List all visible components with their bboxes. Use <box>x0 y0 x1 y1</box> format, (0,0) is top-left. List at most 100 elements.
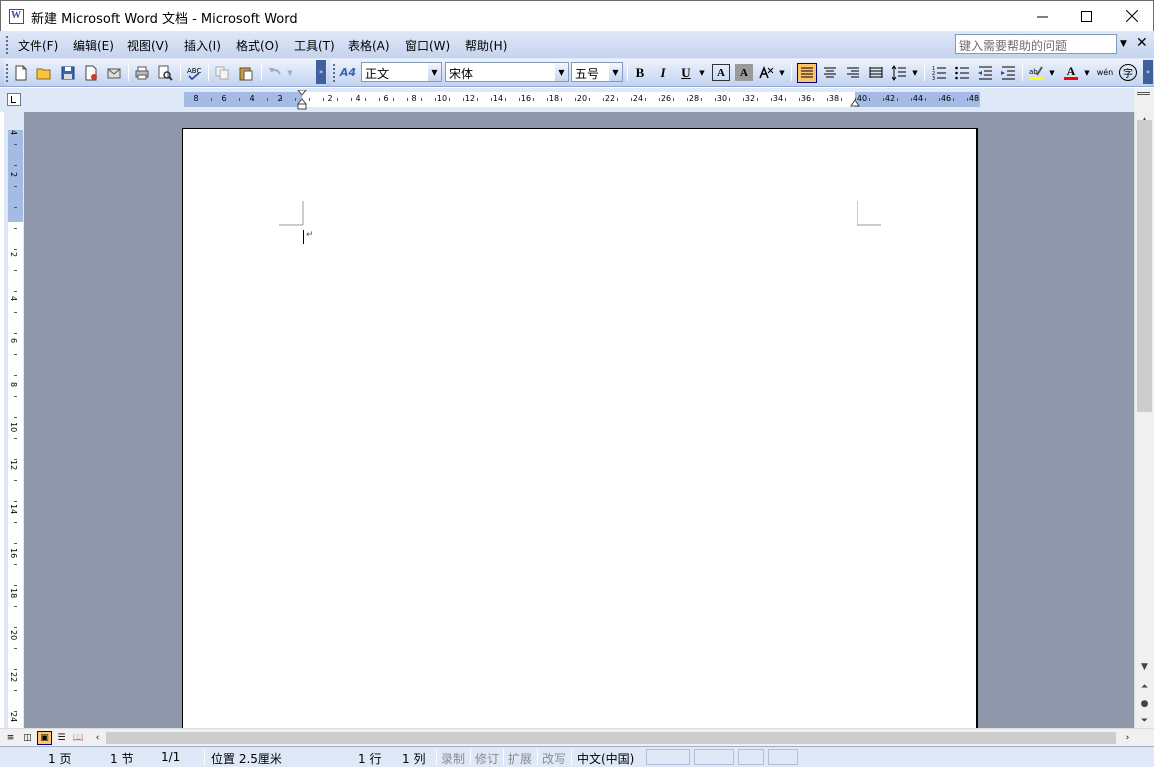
distributed-align-button[interactable] <box>867 64 885 81</box>
menu-tools[interactable]: 工具(T) <box>294 37 335 54</box>
chevron-down-icon[interactable]: ▼ <box>555 63 568 81</box>
line-spacing-dropdown-arrow[interactable]: ▼ <box>910 64 920 81</box>
underline-dropdown-arrow[interactable]: ▼ <box>697 64 707 81</box>
scroll-left-arrow-icon[interactable]: ‹ <box>90 731 105 745</box>
scaling-dropdown-arrow[interactable]: ▼ <box>777 64 787 81</box>
menu-file[interactable]: 文件(F) <box>18 37 58 54</box>
character-border-button[interactable]: A <box>712 64 730 81</box>
email-button[interactable] <box>105 64 123 81</box>
printer-icon <box>135 66 149 79</box>
next-page-icon[interactable]: ⏷ <box>1135 712 1154 729</box>
menubar-grip[interactable] <box>6 36 9 54</box>
maximize-button[interactable] <box>1063 1 1109 31</box>
print-button[interactable] <box>133 64 151 81</box>
decrease-indent-button[interactable] <box>976 64 994 81</box>
character-shading-button[interactable]: A <box>735 64 753 81</box>
word-app-icon[interactable] <box>9 9 24 24</box>
close-button[interactable] <box>1109 1 1154 31</box>
permission-button[interactable] <box>82 64 100 81</box>
formatting-toolbar-grip[interactable] <box>333 64 336 82</box>
web-layout-view-icon[interactable]: ◫ <box>20 731 35 745</box>
numbering-button[interactable]: 123 <box>930 64 948 81</box>
horizontal-ruler[interactable]: 8 6 4 2 2 4 6 8 10 12 14 16 18 20 22 24 26 28 30 32 34 36 38 40… <box>184 90 980 110</box>
help-question-input[interactable]: 键入需要帮助的问题 <box>955 34 1117 54</box>
menu-format[interactable]: 格式(O) <box>236 37 279 54</box>
menu-insert[interactable]: 插入(I) <box>184 37 221 54</box>
close-document-button[interactable]: ✕ <box>1136 35 1148 51</box>
status-track-changes[interactable]: 修订 <box>475 750 499 767</box>
print-layout-view-icon[interactable]: ▣ <box>37 731 52 745</box>
chevron-down-icon[interactable]: ▼ <box>609 63 622 81</box>
character-scaling-button[interactable] <box>757 64 775 81</box>
standard-toolbar-grip[interactable] <box>6 64 9 82</box>
copy-button[interactable] <box>213 64 231 81</box>
increase-indent-button[interactable] <box>999 64 1017 81</box>
outline-view-icon[interactable]: ☰ <box>54 731 69 745</box>
italic-button[interactable]: I <box>654 64 672 81</box>
highlight-dropdown-arrow[interactable]: ▼ <box>1047 64 1057 81</box>
scroll-right-arrow-icon[interactable]: › <box>1120 731 1135 745</box>
indent-marker-icon[interactable] <box>297 90 307 112</box>
toolbar-options-button[interactable]: » <box>316 60 326 84</box>
font-combo[interactable]: 宋体 ▼ <box>445 62 569 82</box>
align-justify-button[interactable] <box>797 63 817 83</box>
status-record[interactable]: 录制 <box>441 750 465 767</box>
bold-button[interactable]: B <box>631 64 649 81</box>
align-right-button[interactable] <box>844 64 862 81</box>
previous-page-icon[interactable]: ⏶ <box>1135 678 1154 695</box>
tab-selector-button[interactable] <box>7 93 21 106</box>
title-bar: 新建 Microsoft Word 文档 - Microsoft Word <box>0 0 1154 31</box>
font-size-combo[interactable]: 五号 ▼ <box>571 62 623 82</box>
undo-dropdown-arrow[interactable]: ▼ <box>285 64 295 81</box>
horizontal-scroll-thumb[interactable] <box>106 732 1116 744</box>
minimize-button[interactable] <box>1019 1 1065 31</box>
new-document-button[interactable] <box>12 64 30 81</box>
status-language[interactable]: 中文(中国) <box>577 750 634 767</box>
bullets-button[interactable] <box>953 64 971 81</box>
menu-edit[interactable]: 编辑(E) <box>73 37 114 54</box>
line-spacing-button[interactable] <box>890 64 908 81</box>
chevron-down-icon[interactable]: ▼ <box>428 63 441 81</box>
vertical-ruler-tick <box>14 543 17 544</box>
ruler-tick <box>939 98 940 101</box>
split-handle[interactable] <box>1134 88 1154 112</box>
paste-button[interactable] <box>237 64 255 81</box>
vertical-scroll-thumb[interactable] <box>1137 120 1152 412</box>
underline-button[interactable]: U <box>677 64 695 81</box>
scroll-down-arrow-icon[interactable]: ▼ <box>1135 658 1154 675</box>
document-page[interactable]: ↵ <box>182 128 978 728</box>
vertical-ruler-tick <box>14 417 17 418</box>
formatting-options-button[interactable]: » <box>1143 60 1153 84</box>
vertical-scrollbar[interactable]: ▲ ▼ ⏶ ● ⏷ <box>1134 112 1154 728</box>
status-overtype[interactable]: 改写 <box>542 750 566 767</box>
font-color-button[interactable]: A <box>1062 64 1080 81</box>
highlight-button[interactable]: ab <box>1027 64 1045 81</box>
menu-table[interactable]: 表格(A) <box>348 37 390 54</box>
open-button[interactable] <box>35 64 53 81</box>
menu-window[interactable]: 窗口(W) <box>405 37 450 54</box>
align-center-button[interactable] <box>821 64 839 81</box>
enclose-characters-button[interactable]: 字 <box>1119 64 1137 81</box>
help-dropdown-arrow[interactable]: ▼ <box>1120 34 1132 54</box>
bulleted-list-icon <box>955 66 969 79</box>
print-preview-button[interactable] <box>156 64 174 81</box>
spelling-button[interactable]: ABC <box>185 64 203 81</box>
normal-view-icon[interactable]: ≡ <box>3 731 18 745</box>
reading-layout-view-icon[interactable]: 📖 <box>71 731 86 745</box>
undo-button[interactable] <box>266 64 284 81</box>
status-extend[interactable]: 扩展 <box>508 750 532 767</box>
style-combo[interactable]: 正文 ▼ <box>361 62 442 82</box>
select-browse-object-icon[interactable]: ● <box>1135 695 1154 712</box>
ruler-number: 34 <box>772 94 784 103</box>
vertical-ruler-tick <box>14 522 17 523</box>
toolbar-separator <box>1022 64 1023 81</box>
phonetic-guide-button[interactable]: wén <box>1096 64 1114 81</box>
ruler-number: 30 <box>716 94 728 103</box>
save-button[interactable] <box>59 64 77 81</box>
menu-view[interactable]: 视图(V) <box>127 37 169 54</box>
vertical-ruler[interactable]: 4 2 2 4 6 8 10 12 14 16 18 20 22 24 <box>4 112 24 730</box>
align-right-icon <box>847 67 859 77</box>
styles-and-formatting-button[interactable]: A4 <box>339 64 357 81</box>
menu-help[interactable]: 帮助(H) <box>465 37 507 54</box>
font-color-dropdown-arrow[interactable]: ▼ <box>1082 64 1092 81</box>
